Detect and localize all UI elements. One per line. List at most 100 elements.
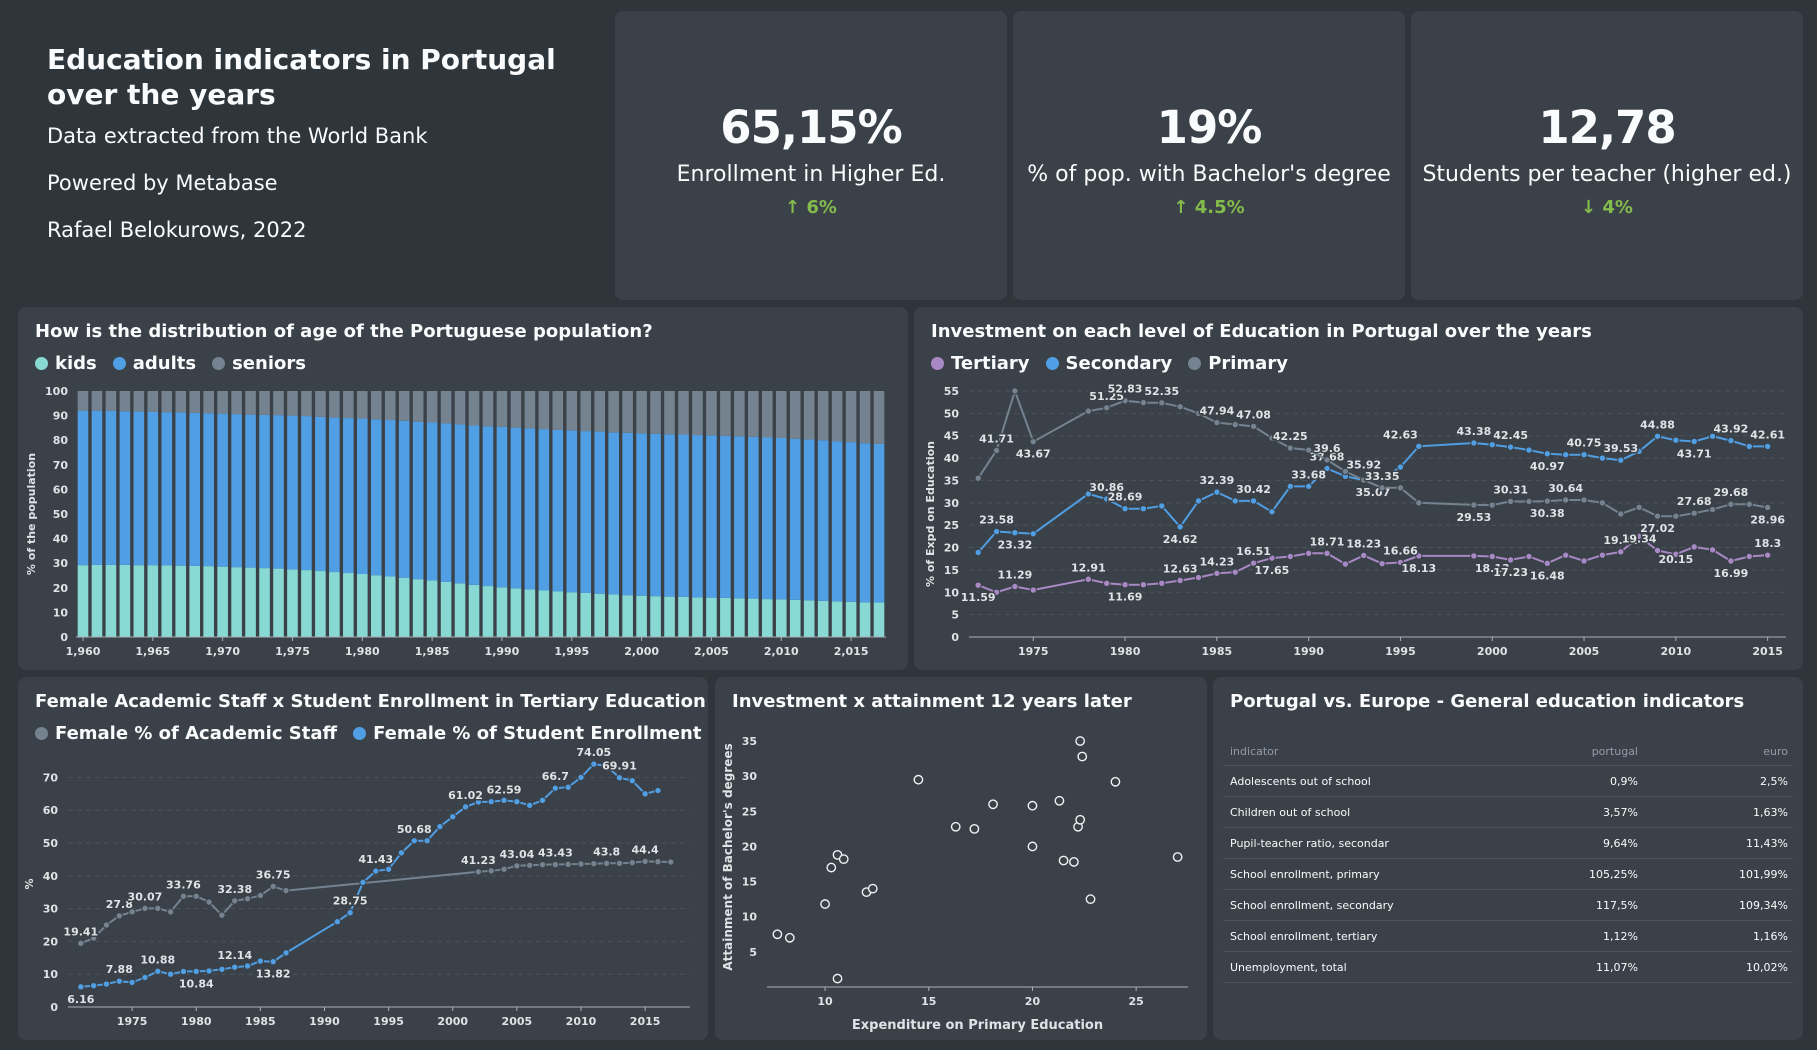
data-label: 6.16 bbox=[67, 993, 94, 1006]
bar-segment-kids bbox=[287, 569, 298, 637]
bar-segment-adults bbox=[412, 421, 424, 580]
bar-segment-kids bbox=[370, 575, 382, 637]
data-label: 16.66 bbox=[1383, 544, 1418, 557]
data-label: 23.58 bbox=[979, 514, 1014, 527]
bar-segment-adults bbox=[831, 441, 843, 602]
bar-segment-seniors bbox=[622, 391, 633, 433]
bar-segment-seniors bbox=[720, 391, 731, 436]
cell-euro: 1,63% bbox=[1753, 805, 1788, 819]
female-line-chart[interactable]: % 0 10 20 30 40 50 60 70 1975 1980 1985 1990 1995 2000… bbox=[18, 677, 708, 1040]
x-tick-label: 2015 bbox=[630, 1015, 661, 1028]
cell-portugal: 3,57% bbox=[1603, 805, 1638, 819]
kpi-label: Enrollment in Higher Ed. bbox=[676, 162, 946, 187]
bar-segment-seniors bbox=[831, 391, 843, 442]
data-point bbox=[141, 973, 149, 982]
scatter-point bbox=[820, 899, 830, 909]
female-staff-card[interactable]: Female Academic Staff x Student Enrollme… bbox=[18, 677, 708, 1040]
x-tick-label: 2,015 bbox=[834, 645, 869, 658]
bar-segment-seniors bbox=[203, 391, 214, 414]
table-row[interactable]: School enrollment, primary 105,25% 101,99% bbox=[1223, 859, 1793, 890]
kpi-delta: ↑ 4.5% bbox=[1173, 197, 1245, 218]
data-point bbox=[1011, 387, 1019, 395]
investment-card[interactable]: Investment on each level of Education in… bbox=[914, 307, 1803, 670]
table-row[interactable]: Pupil-teacher ratio, secondar 9,64% 11,43% bbox=[1223, 828, 1793, 859]
data-point bbox=[1176, 402, 1184, 411]
table-row[interactable]: Unemployment, total 11,07% 10,02% bbox=[1223, 952, 1793, 983]
scatter-point bbox=[988, 799, 998, 810]
arrow-up-icon: ↑ bbox=[785, 197, 801, 218]
bar-segment-adults bbox=[650, 433, 661, 597]
y-tick-label: 5 bbox=[951, 609, 959, 622]
kpi-card-enrollment[interactable]: 65,15% Enrollment in Higher Ed. ↑ 6% bbox=[615, 11, 1007, 300]
kpi-card-bachelor[interactable]: 19% % of pop. with Bachelor's degree ↑ 4… bbox=[1013, 11, 1405, 300]
data-point bbox=[1341, 467, 1350, 476]
bar-segment-seniors bbox=[775, 391, 787, 438]
bar-segment-adults bbox=[203, 413, 214, 567]
data-point bbox=[590, 859, 598, 868]
data-label: 11.69 bbox=[1108, 591, 1143, 604]
column-header-euro[interactable]: euro bbox=[1668, 745, 1793, 758]
table-row[interactable]: School enrollment, tertiary 1,12% 1,16% bbox=[1223, 921, 1793, 952]
bar-segment-kids bbox=[650, 596, 661, 637]
table-row[interactable]: School enrollment, secondary 117,5% 109,34… bbox=[1223, 890, 1793, 921]
scatter-card[interactable]: Investment x attainment 12 years later A… bbox=[715, 677, 1207, 1040]
europe-table-card[interactable]: Portugal vs. Europe - General education … bbox=[1213, 677, 1803, 1040]
data-label: 50.68 bbox=[397, 823, 432, 836]
x-tick-label: 2005 bbox=[502, 1015, 533, 1028]
data-point bbox=[256, 957, 265, 965]
bar-segment-seniors bbox=[356, 391, 368, 419]
data-point bbox=[1286, 552, 1294, 561]
data-point bbox=[1506, 497, 1515, 506]
data-point bbox=[1139, 581, 1148, 589]
bar-segment-kids bbox=[706, 597, 717, 637]
data-point bbox=[1231, 568, 1239, 576]
x-tick-label: 1,970 bbox=[205, 645, 240, 658]
data-point bbox=[1084, 407, 1093, 415]
y-tick-label: 40 bbox=[944, 452, 960, 465]
data-point bbox=[218, 911, 226, 919]
scatter-point bbox=[1077, 751, 1088, 762]
bar-segment-kids bbox=[259, 568, 270, 637]
data-point bbox=[1488, 501, 1496, 509]
bar-segment-kids bbox=[720, 597, 731, 637]
arrow-up-icon: ↑ bbox=[1173, 197, 1189, 218]
bar-segment-kids bbox=[231, 567, 242, 637]
table-row[interactable]: Adolescents out of school 0,9% 2,5% bbox=[1223, 766, 1793, 797]
age-distribution-card[interactable]: How is the distribution of age of the Po… bbox=[18, 307, 908, 670]
investment-line-chart[interactable]: % of Expd on Education 0 5 10 15 20 25 30 35 40 45… bbox=[914, 307, 1803, 670]
data-point bbox=[1727, 436, 1735, 445]
y-axis-label: % of the population bbox=[25, 453, 38, 575]
bar-segment-adults bbox=[538, 429, 550, 591]
cell-portugal: 1,12% bbox=[1603, 929, 1638, 943]
data-point bbox=[1690, 509, 1698, 517]
bar-segment-kids bbox=[91, 564, 103, 637]
kpi-label: % of pop. with Bachelor's degree bbox=[1027, 162, 1391, 187]
data-point bbox=[192, 967, 200, 976]
bar-segment-kids bbox=[761, 599, 773, 637]
data-point bbox=[1672, 436, 1680, 444]
data-point bbox=[1121, 581, 1129, 589]
column-header-portugal[interactable]: portugal bbox=[1518, 745, 1668, 758]
data-point bbox=[577, 773, 585, 782]
bar-segment-adults bbox=[398, 420, 410, 578]
bar-segment-seniors bbox=[692, 391, 703, 436]
data-point bbox=[1304, 549, 1313, 558]
bar-segment-seniors bbox=[538, 391, 550, 430]
table-row[interactable]: Children out of school 3,57% 1,63% bbox=[1223, 797, 1793, 828]
kpi-card-students-per-teacher[interactable]: 12,78 Students per teacher (higher ed.) … bbox=[1411, 11, 1803, 300]
bar-segment-seniors bbox=[594, 391, 606, 432]
bar-segment-kids bbox=[748, 598, 759, 637]
x-tick-label: 2005 bbox=[1569, 645, 1600, 658]
arrow-down-icon: ↓ bbox=[1581, 197, 1597, 218]
investment-attainment-scatter[interactable]: Attainment of Bachelor's degrees 5 10 15 20 2… bbox=[715, 677, 1207, 1040]
column-header-indicator[interactable]: indicator bbox=[1223, 745, 1518, 758]
data-point bbox=[1378, 559, 1386, 568]
age-stacked-bar-chart[interactable]: % of the population 0 10 20 30 40 50 60 70 80 90 10… bbox=[18, 307, 908, 670]
data-point bbox=[218, 965, 226, 973]
scatter-point bbox=[1085, 894, 1096, 905]
data-label: 42.63 bbox=[1383, 428, 1418, 441]
bar-segment-seniors bbox=[273, 391, 284, 416]
bar-segment-adults bbox=[608, 432, 619, 595]
x-tick-label: 2,005 bbox=[694, 645, 729, 658]
bar-segment-kids bbox=[580, 592, 592, 637]
